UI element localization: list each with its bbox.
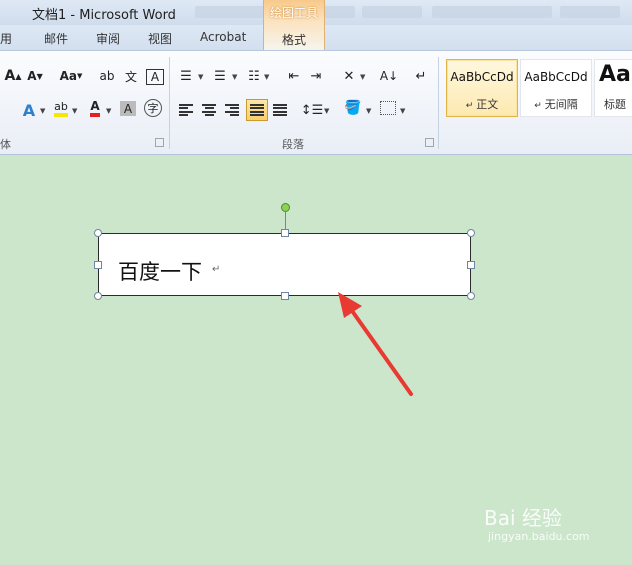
text-effects-icon[interactable]: A [20,101,38,120]
character-shading-button[interactable]: A [120,101,136,116]
resize-handle-bottom-left[interactable] [94,292,102,300]
show-formatting-marks-icon[interactable]: ↵ [414,67,428,85]
drawing-tools-context-tab: 绘图工具 格式 [263,0,325,50]
shrink-font-label: A [27,69,37,83]
line-spacing-icon[interactable]: ↕☰ [301,101,324,119]
style-name: ↵ 无间隔 [534,98,578,111]
chevron-down-icon[interactable]: ▼ [40,107,45,115]
grow-font-button[interactable]: A ▲ [4,67,22,85]
style-heading[interactable]: AaI 标题 [594,59,632,117]
grow-font-label: A [4,68,16,84]
font-color-label: A [90,99,100,117]
clear-format-icon[interactable]: ab [98,67,116,85]
background-window-tab [560,6,620,18]
highlight-color-icon[interactable]: ab [52,99,70,117]
align-right-icon[interactable] [225,104,239,116]
tab-review[interactable]: 审阅 [96,30,120,47]
align-left-icon[interactable] [179,104,193,116]
change-case-button[interactable]: Aa ▼ [58,67,84,85]
style-sample: AaBbCcDd [524,70,588,84]
style-normal-label: 正文 [476,98,499,111]
align-center-icon[interactable] [202,104,216,116]
tab-references[interactable]: 用 [0,30,12,47]
ribbon: A ▲ A ▼ Aa ▼ ab 文 A A ▼ ab ▼ A ▼ A 字 体 ☰ ▼ … [0,50,632,155]
character-border-button[interactable]: A [146,69,164,85]
style-no-spacing-label: 无间隔 [544,98,578,111]
tab-mailings[interactable]: 邮件 [44,30,68,47]
resize-handle-left[interactable] [94,261,102,269]
multilevel-list-icon[interactable]: ☷ [246,67,262,85]
baidu-watermark-logo: Bai 经验 [484,506,562,530]
enclose-label: 字 [147,102,159,115]
textbox-text[interactable]: 百度一下 [118,256,202,286]
style-heading-label: 标题 [604,98,626,111]
tab-acrobat[interactable]: Acrobat [200,30,246,44]
chevron-down-icon[interactable]: ▼ [366,107,371,115]
resize-handle-bottom-right[interactable] [467,292,475,300]
change-case-label: Aa [59,69,77,83]
style-normal[interactable]: AaBbCcDd ↵ 正文 [446,59,518,117]
asian-layout-icon[interactable]: ✕ [340,67,358,85]
tab-view[interactable]: 视图 [148,30,172,47]
style-name: ↵ 正文 [465,98,499,111]
distributed-icon[interactable] [273,104,287,116]
baidu-watermark-url: jingyan.baidu.com [488,530,590,543]
background-window-tab [362,6,422,18]
font-color-button[interactable]: A [86,99,104,117]
phonetic-guide-button[interactable]: 文 [122,67,140,85]
bullets-icon[interactable]: ☰ [178,67,194,85]
chevron-down-icon[interactable]: ▼ [232,73,237,81]
shading-bucket-icon[interactable]: 🪣 [344,99,362,117]
style-no-spacing[interactable]: AaBbCcDd ↵ 无间隔 [520,59,592,117]
justify-icon[interactable] [250,104,264,116]
chevron-down-icon[interactable]: ▼ [72,107,77,115]
phonetic-label: 文 [124,69,137,84]
tab-format[interactable]: 格式 [264,31,324,48]
font-dialog-launcher-icon[interactable] [155,138,164,147]
paragraph-mark: ↵ [212,264,221,275]
background-window-tab [432,6,552,18]
group-divider [438,57,439,149]
resize-handle-top[interactable] [281,229,289,237]
resize-handle-right[interactable] [467,261,475,269]
decrease-indent-icon[interactable]: ⇤ [286,67,302,85]
chevron-down-icon[interactable]: ▼ [198,73,203,81]
resize-handle-bottom[interactable] [281,292,289,300]
chevron-down-icon[interactable]: ▼ [106,107,111,115]
font-group-label: 体 [0,138,11,151]
chevron-down-icon[interactable]: ▼ [360,73,365,81]
styles-gallery: AaBbCcDd ↵ 正文 AaBbCcDd ↵ 无间隔 AaI 标题 [444,57,632,145]
style-sample: AaBbCcDd [450,70,514,84]
char-shading-label: A [123,101,133,116]
sort-icon[interactable]: A↓ [380,67,398,85]
resize-handle-top-left[interactable] [94,229,102,237]
chevron-down-icon[interactable]: ▼ [264,73,269,81]
chevron-down-icon[interactable]: ▼ [400,107,405,115]
style-sample: AaI [599,62,632,87]
borders-icon[interactable] [380,101,396,115]
enclose-characters-button[interactable]: 字 [144,99,162,117]
annotation-arrow-shaft [348,306,413,396]
char-border-label: A [150,70,160,84]
rotation-handle[interactable] [281,203,290,212]
group-divider [169,57,170,149]
resize-handle-top-right[interactable] [467,229,475,237]
shrink-font-button[interactable]: A ▼ [26,67,44,85]
window-title: 文档1 - Microsoft Word [32,8,176,23]
drawing-tools-title: 绘图工具 [269,6,318,20]
paragraph-group-label: 段落 [282,138,304,151]
paragraph-dialog-launcher-icon[interactable] [425,138,434,147]
chevron-down-icon[interactable]: ▼ [324,107,329,115]
increase-indent-icon[interactable]: ⇥ [308,67,324,85]
numbering-icon[interactable]: ☰ [212,67,228,85]
